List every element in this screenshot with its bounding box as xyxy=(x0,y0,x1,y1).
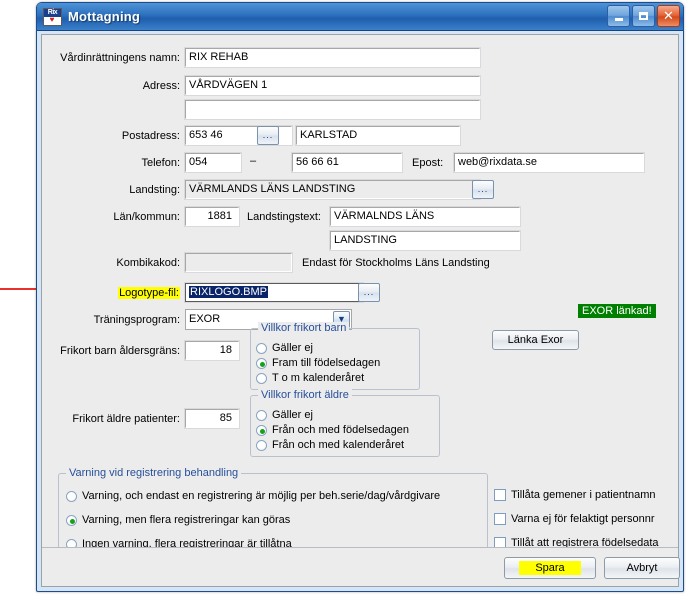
child-age-limit-label: Frikort barn åldersgräns: xyxy=(60,345,180,357)
senior-age-limit-input[interactable]: 85 xyxy=(184,408,240,429)
radio-icon xyxy=(256,342,267,354)
logotype-label: Logotype-fil: xyxy=(118,287,180,299)
checkbox-allow-lowercase[interactable]: Tillåta gemener i patientnamn xyxy=(494,489,656,501)
close-button[interactable]: ✕ xyxy=(657,5,680,27)
screenshot-root: Rix ♥ Mottagning ✕ Vårdinrättningens nam… xyxy=(0,0,689,600)
address-label: Adress: xyxy=(142,80,180,92)
radio-senior-1[interactable]: Från och med födelsedagen xyxy=(256,424,409,436)
radio-child-2[interactable]: T o m kalenderåret xyxy=(256,372,364,384)
address-line2-input[interactable] xyxy=(184,99,481,120)
phone-number-input[interactable]: 56 66 61 xyxy=(291,152,403,173)
logotype-label-wrap: Logotype-fil: xyxy=(52,287,180,299)
maximize-button[interactable] xyxy=(632,5,655,27)
save-button-label: Spara xyxy=(519,561,581,575)
radio-senior-1-label: Från och med födelsedagen xyxy=(272,424,409,436)
exor-status-badge: EXOR länkad! xyxy=(578,304,656,318)
radio-senior-2-label: Från och med kalenderåret xyxy=(272,439,405,451)
logotype-input[interactable]: RIXLOGO.BMP xyxy=(184,282,364,303)
facility-name-label: Vårdinrättningens namn: xyxy=(60,52,180,64)
email-label: Epost: xyxy=(412,157,444,169)
facility-name-input[interactable]: RIX REHAB xyxy=(184,47,481,68)
save-button[interactable]: Spara xyxy=(504,557,596,579)
dialog-client-area: Vårdinrättningens namn: RIX REHAB Adress… xyxy=(41,34,680,587)
email-input[interactable]: web@rixdata.se xyxy=(453,152,645,173)
kombika-note: Endast för Stockholms Läns Landsting xyxy=(302,257,490,269)
radio-child-1[interactable]: Fram till födelsedagen xyxy=(256,357,380,369)
checkbox-allow-lowercase-label: Tillåta gemener i patientnamn xyxy=(511,489,656,501)
cancel-button[interactable]: Avbryt xyxy=(604,557,680,579)
radio-warning-1-label: Varning, men flera registreringar kan gö… xyxy=(82,514,291,526)
municipality-label: Län/kommun: xyxy=(113,211,180,223)
radio-icon xyxy=(66,514,77,526)
close-icon: ✕ xyxy=(663,8,674,24)
settings-form: Vårdinrättningens namn: RIX REHAB Adress… xyxy=(42,35,678,552)
county-council-input[interactable]: VÄRMLANDS LÄNS LANDSTING xyxy=(184,179,481,200)
training-program-label: Träningsprogram: xyxy=(93,314,180,326)
radio-child-0[interactable]: Gäller ej xyxy=(256,342,313,354)
postal-label: Postadress: xyxy=(121,130,180,142)
heart-icon: ♥ xyxy=(49,14,55,24)
radio-icon xyxy=(256,439,267,451)
minimize-icon xyxy=(614,17,623,21)
mottagning-dialog: Rix ♥ Mottagning ✕ Vårdinrättningens nam… xyxy=(36,2,684,592)
radio-warning-0-label: Varning, och endast en registrering är m… xyxy=(82,490,441,502)
phone-label: Telefon: xyxy=(141,157,180,169)
council-text-line1-input[interactable]: VÄRMALNDS LÄNS xyxy=(329,206,521,227)
radio-icon xyxy=(256,357,267,369)
training-program-value: EXOR xyxy=(189,313,221,325)
radio-warning-1[interactable]: Varning, men flera registreringar kan gö… xyxy=(66,514,290,526)
child-age-limit-input[interactable]: 18 xyxy=(184,340,240,361)
phone-separator: – xyxy=(250,155,257,167)
kombika-label: Kombikakod: xyxy=(116,257,180,269)
radio-icon xyxy=(256,409,267,421)
title-bar[interactable]: Rix ♥ Mottagning ✕ xyxy=(37,3,683,31)
phone-area-input[interactable]: 054 xyxy=(184,152,242,173)
county-council-label: Landsting: xyxy=(129,184,180,196)
council-text-line2-input[interactable]: LANDSTING xyxy=(329,230,521,251)
postal-city-input[interactable]: KARLSTAD xyxy=(295,125,461,146)
rix-logo-icon: Rix ♥ xyxy=(43,7,62,26)
minimize-button[interactable] xyxy=(607,5,630,27)
window-controls: ✕ xyxy=(607,5,680,27)
radio-icon xyxy=(256,424,267,436)
radio-child-2-label: T o m kalenderåret xyxy=(272,372,365,384)
group-treatment-warning-title: Varning vid registrering behandling xyxy=(66,467,242,479)
checkbox-icon xyxy=(494,513,506,525)
kombika-input[interactable] xyxy=(184,252,293,273)
group-senior-free-card-title: Villkor frikort äldre xyxy=(258,389,352,401)
dialog-footer: Spara Avbryt xyxy=(42,547,680,586)
radio-icon xyxy=(66,490,77,502)
radio-senior-2[interactable]: Från och med kalenderåret xyxy=(256,439,404,451)
group-child-free-card-title: Villkor frikort barn xyxy=(258,322,350,334)
maximize-icon xyxy=(639,12,648,20)
postal-browse-button[interactable]: ... xyxy=(257,126,279,145)
window-title: Mottagning xyxy=(68,9,141,24)
checkbox-no-ssn-warning[interactable]: Varna ej för felaktigt personnr xyxy=(494,513,654,525)
radio-icon xyxy=(256,372,267,384)
radio-child-0-label: Gäller ej xyxy=(272,342,313,354)
logotype-browse-button[interactable]: ... xyxy=(358,283,380,302)
address-input[interactable]: VÅRDVÄGEN 1 xyxy=(184,75,481,96)
logotype-value: RIXLOGO.BMP xyxy=(189,286,269,298)
senior-age-limit-label: Frikort äldre patienter: xyxy=(72,413,180,425)
municipality-input[interactable]: 1881 xyxy=(184,206,240,227)
radio-senior-0[interactable]: Gäller ej xyxy=(256,409,313,421)
checkbox-no-ssn-warning-label: Varna ej för felaktigt personnr xyxy=(511,513,655,525)
link-exor-button[interactable]: Länka Exor xyxy=(492,330,579,350)
county-council-browse-button[interactable]: ... xyxy=(472,180,494,199)
radio-warning-0[interactable]: Varning, och endast en registrering är m… xyxy=(66,490,440,502)
radio-child-1-label: Fram till födelsedagen xyxy=(272,357,381,369)
checkbox-icon xyxy=(494,489,506,501)
radio-senior-0-label: Gäller ej xyxy=(272,409,313,421)
council-text-label: Landstingstext: xyxy=(247,211,321,223)
